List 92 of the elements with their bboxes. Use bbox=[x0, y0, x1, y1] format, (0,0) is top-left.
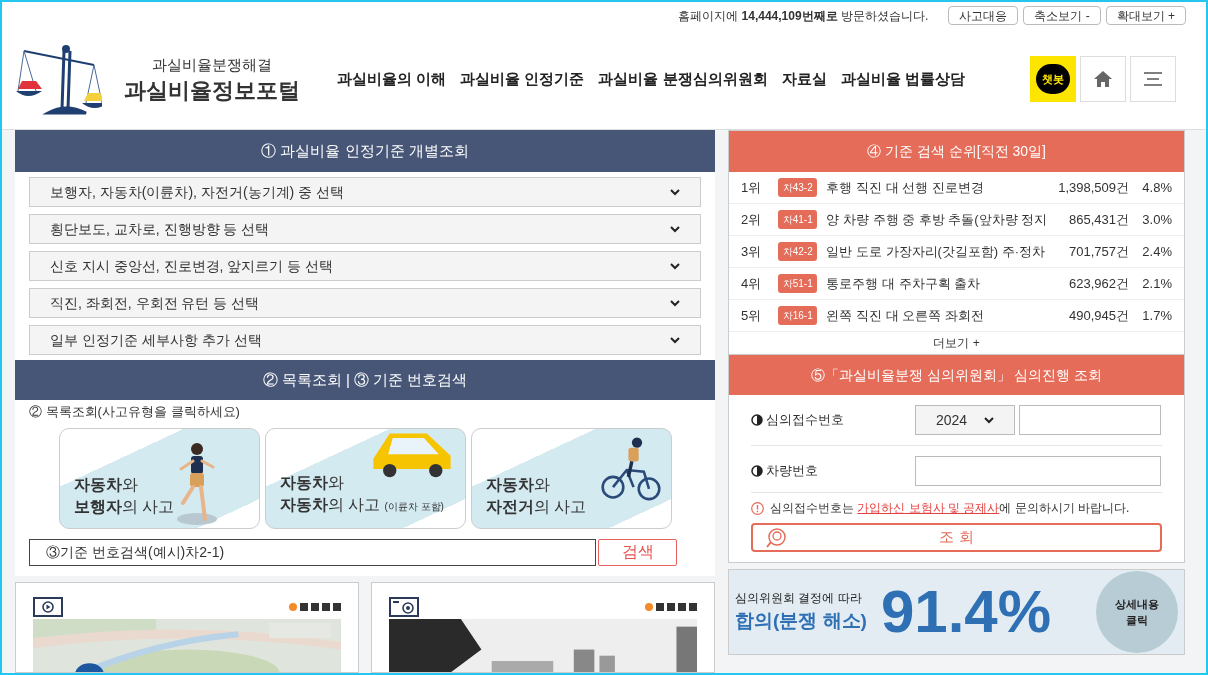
search-share: 2.1% bbox=[1141, 274, 1172, 293]
home-button[interactable] bbox=[1080, 56, 1126, 102]
chevron-down-icon bbox=[670, 225, 680, 233]
category-select[interactable]: 일부 인정기준 세부사항 추가 선택 bbox=[29, 325, 701, 355]
nav-link[interactable]: 자료실 bbox=[781, 67, 827, 91]
list-label: ② 목록조회(사고유형을 클릭하세요) bbox=[28, 403, 241, 421]
year-select[interactable]: 2024 bbox=[915, 405, 1015, 435]
section-header: ② 목록조회 | ③ 기준 번호검색 bbox=[15, 360, 715, 400]
category-select[interactable]: 보행자, 자동차(이륜차), 자전거(농기계) 중 선택 bbox=[29, 177, 701, 207]
code-badge: 차41-1 bbox=[778, 210, 818, 229]
rank-number: 3위 bbox=[741, 242, 763, 261]
field-label: 차량번호 bbox=[766, 462, 818, 481]
half-circle-icon bbox=[751, 465, 763, 477]
slide-indicator[interactable] bbox=[667, 602, 675, 611]
logo-title: 과실비율정보포털 bbox=[124, 76, 300, 104]
nav-link[interactable]: 과실비율의 이해 bbox=[337, 67, 447, 91]
search-count: 623,962건 bbox=[1068, 274, 1130, 293]
search-icon bbox=[765, 527, 787, 549]
play-icon bbox=[33, 596, 63, 617]
chevron-down-icon bbox=[670, 188, 680, 196]
slide-indicator[interactable] bbox=[322, 602, 330, 611]
nav-link[interactable]: 과실비율 법률상담 bbox=[840, 67, 965, 91]
chevron-down-icon bbox=[670, 299, 680, 307]
menu-icon bbox=[1144, 72, 1162, 86]
slide-indicator[interactable] bbox=[689, 602, 697, 611]
search-share: 2.4% bbox=[1141, 242, 1172, 261]
code-badge: 차16-1 bbox=[778, 306, 818, 325]
ranking-row[interactable]: 5위 차16-1 왼쪽 직진 대 오른쪽 좌회전 490,945건 1.7% bbox=[729, 300, 1184, 332]
slide-indicator[interactable] bbox=[300, 602, 308, 611]
top-button[interactable]: 사고대응 bbox=[948, 6, 1019, 25]
section-header: ① 과실비율 인정기준 개별조회 bbox=[15, 130, 715, 172]
search-count: 1,398,509건 bbox=[1057, 178, 1130, 197]
slide-indicator[interactable] bbox=[311, 602, 319, 611]
half-circle-icon bbox=[751, 414, 763, 426]
banner-heading: 합의(분쟁 해소) bbox=[735, 608, 867, 633]
ranking-row[interactable]: 1위 차43-2 후행 직진 대 선행 진로변경 1,398,509건 4.8% bbox=[729, 172, 1184, 204]
section-header: ④ 기준 검색 순위[직전 30일] bbox=[729, 131, 1184, 172]
accident-type-card[interactable]: 자동차와 자전거의 사고 bbox=[471, 427, 672, 529]
ranking-row[interactable]: 2위 차41-1 양 차량 주행 중 후방 추돌(앞차량 정지 865,431건 3.0% bbox=[729, 204, 1184, 236]
more-link[interactable]: 더보기 + bbox=[933, 334, 980, 352]
visitor-counter: 홈페이지에 14,444,109번째로 방문하셨습니다. bbox=[678, 7, 929, 25]
ranking-title: 왼쪽 직진 대 오른쪽 좌회전 bbox=[826, 306, 985, 325]
ranking-title: 일반 도로 가장자리(갓길포함) 주·정차 bbox=[826, 242, 1047, 261]
chatbot-button[interactable]: 챗봇 bbox=[1030, 56, 1076, 102]
search-share: 4.8% bbox=[1141, 178, 1172, 197]
search-share: 3.0% bbox=[1141, 210, 1172, 229]
ranking-row[interactable]: 3위 차42-2 일반 도로 가장자리(갓길포함) 주·정차 701,757건 2.4% bbox=[729, 236, 1184, 268]
top-button[interactable]: 확대보기 + bbox=[1105, 6, 1186, 25]
top-button[interactable]: 축소보기 - bbox=[1023, 6, 1101, 25]
accident-type-card[interactable]: 자동차와 보행자의 사고 bbox=[59, 427, 260, 529]
code-badge: 차51-1 bbox=[778, 274, 818, 293]
receipt-number-field[interactable] bbox=[1019, 405, 1161, 435]
logo-subtitle: 과실비율분쟁해결 bbox=[152, 55, 272, 75]
chevron-down-icon bbox=[670, 262, 680, 270]
ranking-title: 양 차량 주행 중 후방 추돌(앞차량 정지 bbox=[826, 210, 1049, 229]
code-badge: 차43-2 bbox=[778, 178, 818, 197]
rank-number: 4위 bbox=[741, 274, 763, 293]
ranking-title: 통로주행 대 주차구획 출차 bbox=[826, 274, 982, 293]
vehicle-number-field[interactable] bbox=[915, 456, 1161, 486]
search-button[interactable]: 검색 bbox=[598, 538, 677, 566]
agreement-rate: 91.4% bbox=[880, 582, 1052, 642]
chevron-down-icon bbox=[670, 336, 680, 344]
category-select[interactable]: 직진, 좌회전, 우회전 유턴 등 선택 bbox=[29, 288, 701, 318]
search-field[interactable]: ③기준 번호검색(예시)차2-1) bbox=[29, 538, 596, 566]
rank-number: 5위 bbox=[741, 306, 763, 325]
field-label: 심의접수번호 bbox=[766, 411, 844, 430]
category-select[interactable]: 횡단보도, 교차로, 진행방향 등 선택 bbox=[29, 214, 701, 244]
search-count: 865,431건 bbox=[1068, 210, 1130, 229]
slide-indicator[interactable] bbox=[333, 602, 341, 611]
rank-number: 1위 bbox=[741, 178, 763, 197]
alert-icon bbox=[751, 501, 764, 515]
rank-number: 2위 bbox=[741, 210, 763, 229]
search-count: 490,945건 bbox=[1068, 306, 1130, 325]
nav-link[interactable]: 과실비율 분쟁심의위원회 bbox=[598, 67, 768, 91]
camera-icon bbox=[389, 596, 419, 617]
code-badge: 차42-2 bbox=[778, 242, 818, 261]
nav-link[interactable]: 과실비율 인정기준 bbox=[460, 67, 585, 91]
menu-button[interactable] bbox=[1130, 56, 1176, 102]
home-icon bbox=[1094, 71, 1112, 87]
slide-indicator[interactable] bbox=[656, 602, 664, 611]
ranking-title: 후행 직진 대 선행 진로변경 bbox=[826, 178, 985, 197]
search-count: 701,757건 bbox=[1068, 242, 1130, 261]
accident-type-card[interactable]: 자동차와 자동차의 사고 (이륜차 포함) bbox=[265, 427, 466, 529]
slide-indicator[interactable] bbox=[678, 602, 686, 611]
category-select[interactable]: 신호 지시 중앙선, 진로변경, 앞지르기 등 선택 bbox=[29, 251, 701, 281]
notice-text: 심의접수번호는 가입하신 보험사 및 공제사에 문의하시기 바랍니다. bbox=[770, 500, 1130, 517]
banner-caption: 심의위원회 결정에 따라 bbox=[735, 589, 863, 607]
insurer-link[interactable]: 가입하신 보험사 및 공제사 bbox=[857, 501, 1000, 515]
chevron-down-icon bbox=[984, 416, 994, 424]
search-share: 1.7% bbox=[1141, 306, 1172, 325]
section-header: ⑤「과실비율분쟁 심의위원회」 심의진행 조회 bbox=[729, 355, 1184, 395]
ranking-row[interactable]: 4위 차51-1 통로주행 대 주차구획 출차 623,962건 2.1% bbox=[729, 268, 1184, 300]
